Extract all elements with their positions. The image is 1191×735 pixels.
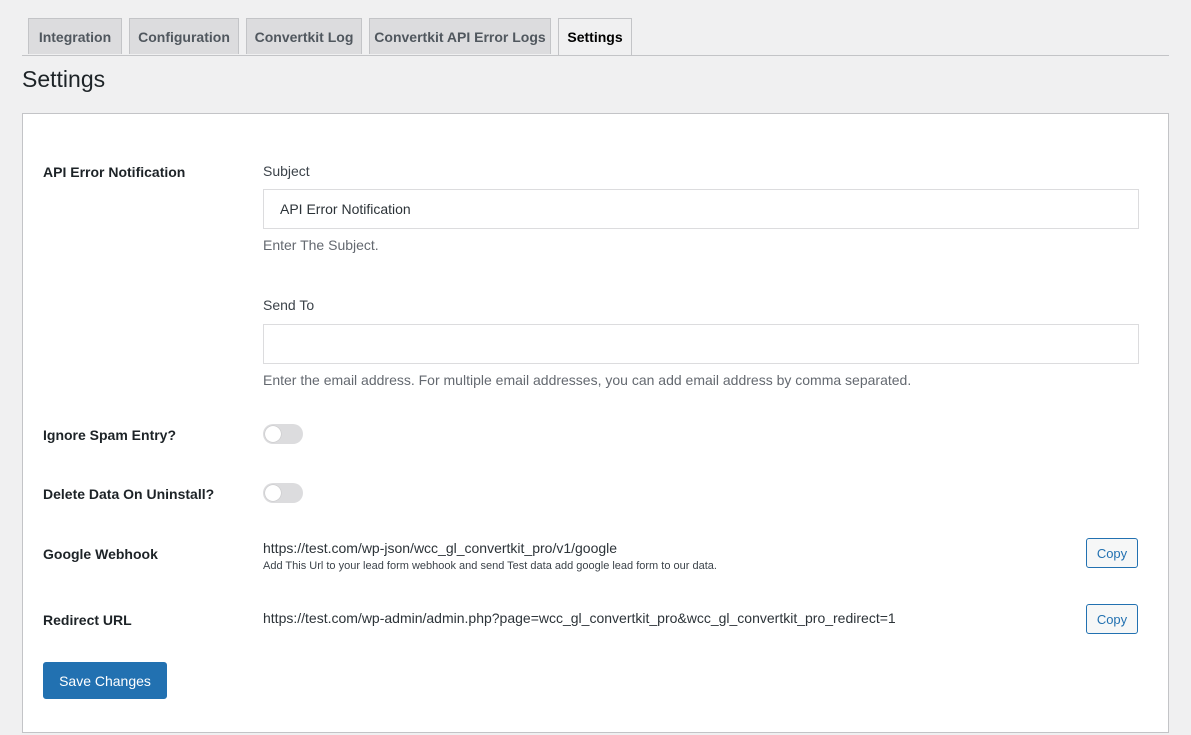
google-webhook-url: https://test.com/wp-json/wcc_gl_convertk…: [263, 540, 618, 556]
copy-google-webhook-button[interactable]: Copy: [1086, 538, 1138, 568]
page-title: Settings: [22, 66, 106, 92]
save-changes-button[interactable]: Save Changes: [43, 662, 167, 699]
toggle-knob: [265, 426, 281, 442]
send-to-input[interactable]: [263, 324, 1139, 364]
delete-data-toggle[interactable]: [263, 483, 303, 503]
delete-data-label: Delete Data On Uninstall?: [43, 486, 215, 502]
redirect-url-label: Redirect URL: [43, 612, 132, 628]
subject-input[interactable]: [263, 189, 1139, 229]
tab-integration[interactable]: Integration: [28, 18, 122, 54]
google-webhook-label: Google Webhook: [43, 546, 158, 562]
settings-card: API Error Notification Subject Enter The…: [22, 113, 1169, 733]
redirect-url-value: https://test.com/wp-admin/admin.php?page…: [263, 610, 896, 626]
subject-description: Enter The Subject.: [263, 237, 379, 253]
copy-redirect-url-button[interactable]: Copy: [1086, 604, 1138, 634]
ignore-spam-toggle[interactable]: [263, 424, 303, 444]
api-error-notification-label: API Error Notification: [43, 164, 186, 180]
send-to-description: Enter the email address. For multiple em…: [263, 372, 912, 388]
tab-settings[interactable]: Settings: [558, 18, 632, 55]
ignore-spam-label: Ignore Spam Entry?: [43, 427, 177, 443]
subject-label: Subject: [263, 163, 310, 179]
tab-convertkit-api-error-logs[interactable]: Convertkit API Error Logs: [369, 18, 551, 54]
tab-configuration[interactable]: Configuration: [129, 18, 239, 54]
google-webhook-description: Add This Url to your lead form webhook a…: [263, 560, 717, 572]
send-to-label: Send To: [263, 297, 315, 313]
tab-convertkit-log[interactable]: Convertkit Log: [246, 18, 362, 54]
toggle-knob: [265, 485, 281, 501]
tab-bar: Integration Configuration Convertkit Log…: [22, 18, 1169, 56]
